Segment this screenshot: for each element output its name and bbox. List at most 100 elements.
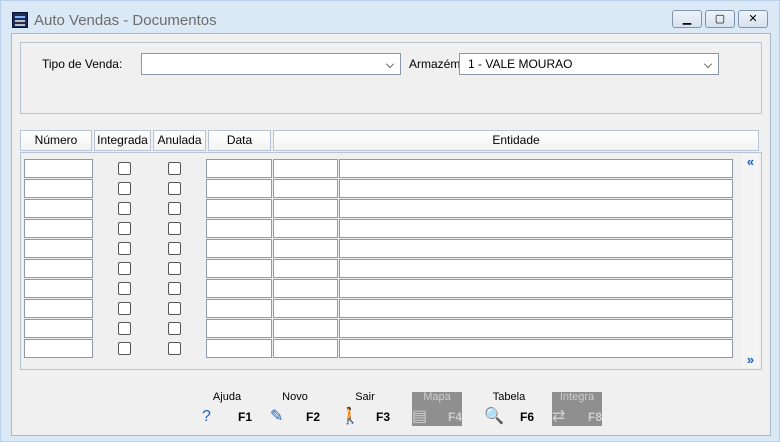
numero-cell[interactable] xyxy=(24,299,93,318)
entidade-code-cell[interactable] xyxy=(273,179,338,198)
data-cell[interactable] xyxy=(206,319,272,338)
tipo-venda-select[interactable] xyxy=(141,53,401,75)
entidade-name-cell[interactable] xyxy=(339,219,733,238)
integrada-checkbox[interactable] xyxy=(118,162,131,175)
integra-button[interactable]: Integra ⇄ F8 xyxy=(552,392,602,426)
entidade-name-cell[interactable] xyxy=(339,179,733,198)
data-cell[interactable] xyxy=(206,179,272,198)
anulada-checkbox[interactable] xyxy=(168,182,181,195)
entidade-code-cell[interactable] xyxy=(273,219,338,238)
mapa-button[interactable]: Mapa ▤ F4 xyxy=(412,392,462,426)
entidade-code-cell[interactable] xyxy=(273,259,338,278)
anulada-checkbox[interactable] xyxy=(168,322,181,335)
data-cell[interactable] xyxy=(206,239,272,258)
app-icon xyxy=(12,12,28,28)
maximize-button[interactable]: ▢ xyxy=(705,10,735,28)
help-icon: ? xyxy=(202,408,211,425)
armazem-select[interactable]: 1 - VALE MOURAO xyxy=(459,53,719,75)
entidade-code-cell[interactable] xyxy=(273,299,338,318)
anulada-checkbox[interactable] xyxy=(168,262,181,275)
data-cell[interactable] xyxy=(206,279,272,298)
entidade-code-cell[interactable] xyxy=(273,319,338,338)
double-chevron-right-icon[interactable]: » xyxy=(743,353,758,368)
integrada-checkbox[interactable] xyxy=(118,182,131,195)
maximize-icon: ▢ xyxy=(714,13,726,25)
numero-cell[interactable] xyxy=(24,319,93,338)
chevron-down-icon xyxy=(704,60,712,68)
integra-key-label: F8 xyxy=(587,410,602,424)
double-chevron-left-icon[interactable]: « xyxy=(743,155,758,170)
numero-cell[interactable] xyxy=(24,199,93,218)
data-cell[interactable] xyxy=(206,299,272,318)
entidade-code-cell[interactable] xyxy=(273,159,338,178)
anulada-checkbox[interactable] xyxy=(168,202,181,215)
header-numero[interactable]: Número xyxy=(20,130,92,151)
anulada-checkbox[interactable] xyxy=(168,222,181,235)
entidade-code-cell[interactable] xyxy=(273,199,338,218)
novo-button[interactable]: Novo ✎ F2 xyxy=(270,392,320,426)
anulada-checkbox[interactable] xyxy=(168,282,181,295)
chevron-down-icon xyxy=(386,60,394,68)
sair-button[interactable]: Sair 🚶 F3 xyxy=(340,392,390,426)
entidade-name-cell[interactable] xyxy=(339,279,733,298)
integrada-checkbox[interactable] xyxy=(118,282,131,295)
entidade-name-cell[interactable] xyxy=(339,199,733,218)
integrada-checkbox[interactable] xyxy=(118,222,131,235)
numero-cell[interactable] xyxy=(24,179,93,198)
integrada-checkbox[interactable] xyxy=(118,322,131,335)
entidade-name-cell[interactable] xyxy=(339,299,733,318)
mapa-key-label: F4 xyxy=(447,410,462,424)
minimize-button[interactable]: ▁ xyxy=(672,10,702,28)
anulada-checkbox[interactable] xyxy=(168,302,181,315)
numero-cell[interactable] xyxy=(24,219,93,238)
entidade-name-cell[interactable] xyxy=(339,259,733,278)
report-icon: ▤ xyxy=(412,408,428,425)
header-integrada[interactable]: Integrada xyxy=(94,130,151,151)
integrada-checkbox[interactable] xyxy=(118,242,131,255)
entidade-name-cell[interactable] xyxy=(339,239,733,258)
ajuda-key-label: F1 xyxy=(237,410,252,424)
data-cell[interactable] xyxy=(206,219,272,238)
close-icon: ✕ xyxy=(748,13,758,25)
exit-icon: 🚶 xyxy=(340,408,360,425)
magnifier-icon: 🔍 xyxy=(484,408,504,425)
anulada-checkbox[interactable] xyxy=(168,162,181,175)
numero-cell[interactable] xyxy=(24,159,93,178)
header-entidade[interactable]: Entidade xyxy=(273,130,759,151)
data-cell[interactable] xyxy=(206,159,272,178)
data-cell[interactable] xyxy=(206,339,272,358)
entidade-code-cell[interactable] xyxy=(273,339,338,358)
tabela-button[interactable]: Tabela 🔍 F6 xyxy=(484,392,534,426)
sair-key-label: F3 xyxy=(375,410,390,424)
anulada-checkbox[interactable] xyxy=(168,342,181,355)
new-document-icon: ✎ xyxy=(270,408,284,425)
entidade-code-cell[interactable] xyxy=(273,239,338,258)
numero-cell[interactable] xyxy=(24,259,93,278)
data-cell[interactable] xyxy=(206,199,272,218)
tipo-venda-label: Tipo de Venda: xyxy=(42,57,123,71)
header-anulada[interactable]: Anulada xyxy=(153,130,206,151)
close-button[interactable]: ✕ xyxy=(738,10,768,28)
integrada-checkbox[interactable] xyxy=(118,302,131,315)
anulada-checkbox[interactable] xyxy=(168,242,181,255)
ajuda-label: Ajuda xyxy=(212,391,242,403)
numero-cell[interactable] xyxy=(24,339,93,358)
window-title: Auto Vendas - Documentos xyxy=(34,12,217,29)
numero-cell[interactable] xyxy=(24,239,93,258)
entidade-name-cell[interactable] xyxy=(339,339,733,358)
app-window: Auto Vendas - Documentos ▁ ▢ ✕ Tipo de V… xyxy=(0,0,780,442)
entidade-name-cell[interactable] xyxy=(339,159,733,178)
header-data[interactable]: Data xyxy=(208,130,271,151)
entidade-name-cell[interactable] xyxy=(339,319,733,338)
integrada-checkbox[interactable] xyxy=(118,342,131,355)
title-bar: Auto Vendas - Documentos ▁ ▢ ✕ xyxy=(1,1,779,33)
integrada-checkbox[interactable] xyxy=(118,262,131,275)
grid-scrollbar[interactable]: « » xyxy=(741,154,759,368)
armazem-value: 1 - VALE MOURAO xyxy=(468,57,573,71)
data-cell[interactable] xyxy=(206,259,272,278)
numero-cell[interactable] xyxy=(24,279,93,298)
integrate-icon: ⇄ xyxy=(552,408,566,425)
entidade-code-cell[interactable] xyxy=(273,279,338,298)
integrada-checkbox[interactable] xyxy=(118,202,131,215)
ajuda-button[interactable]: Ajuda? F1 xyxy=(202,392,252,426)
